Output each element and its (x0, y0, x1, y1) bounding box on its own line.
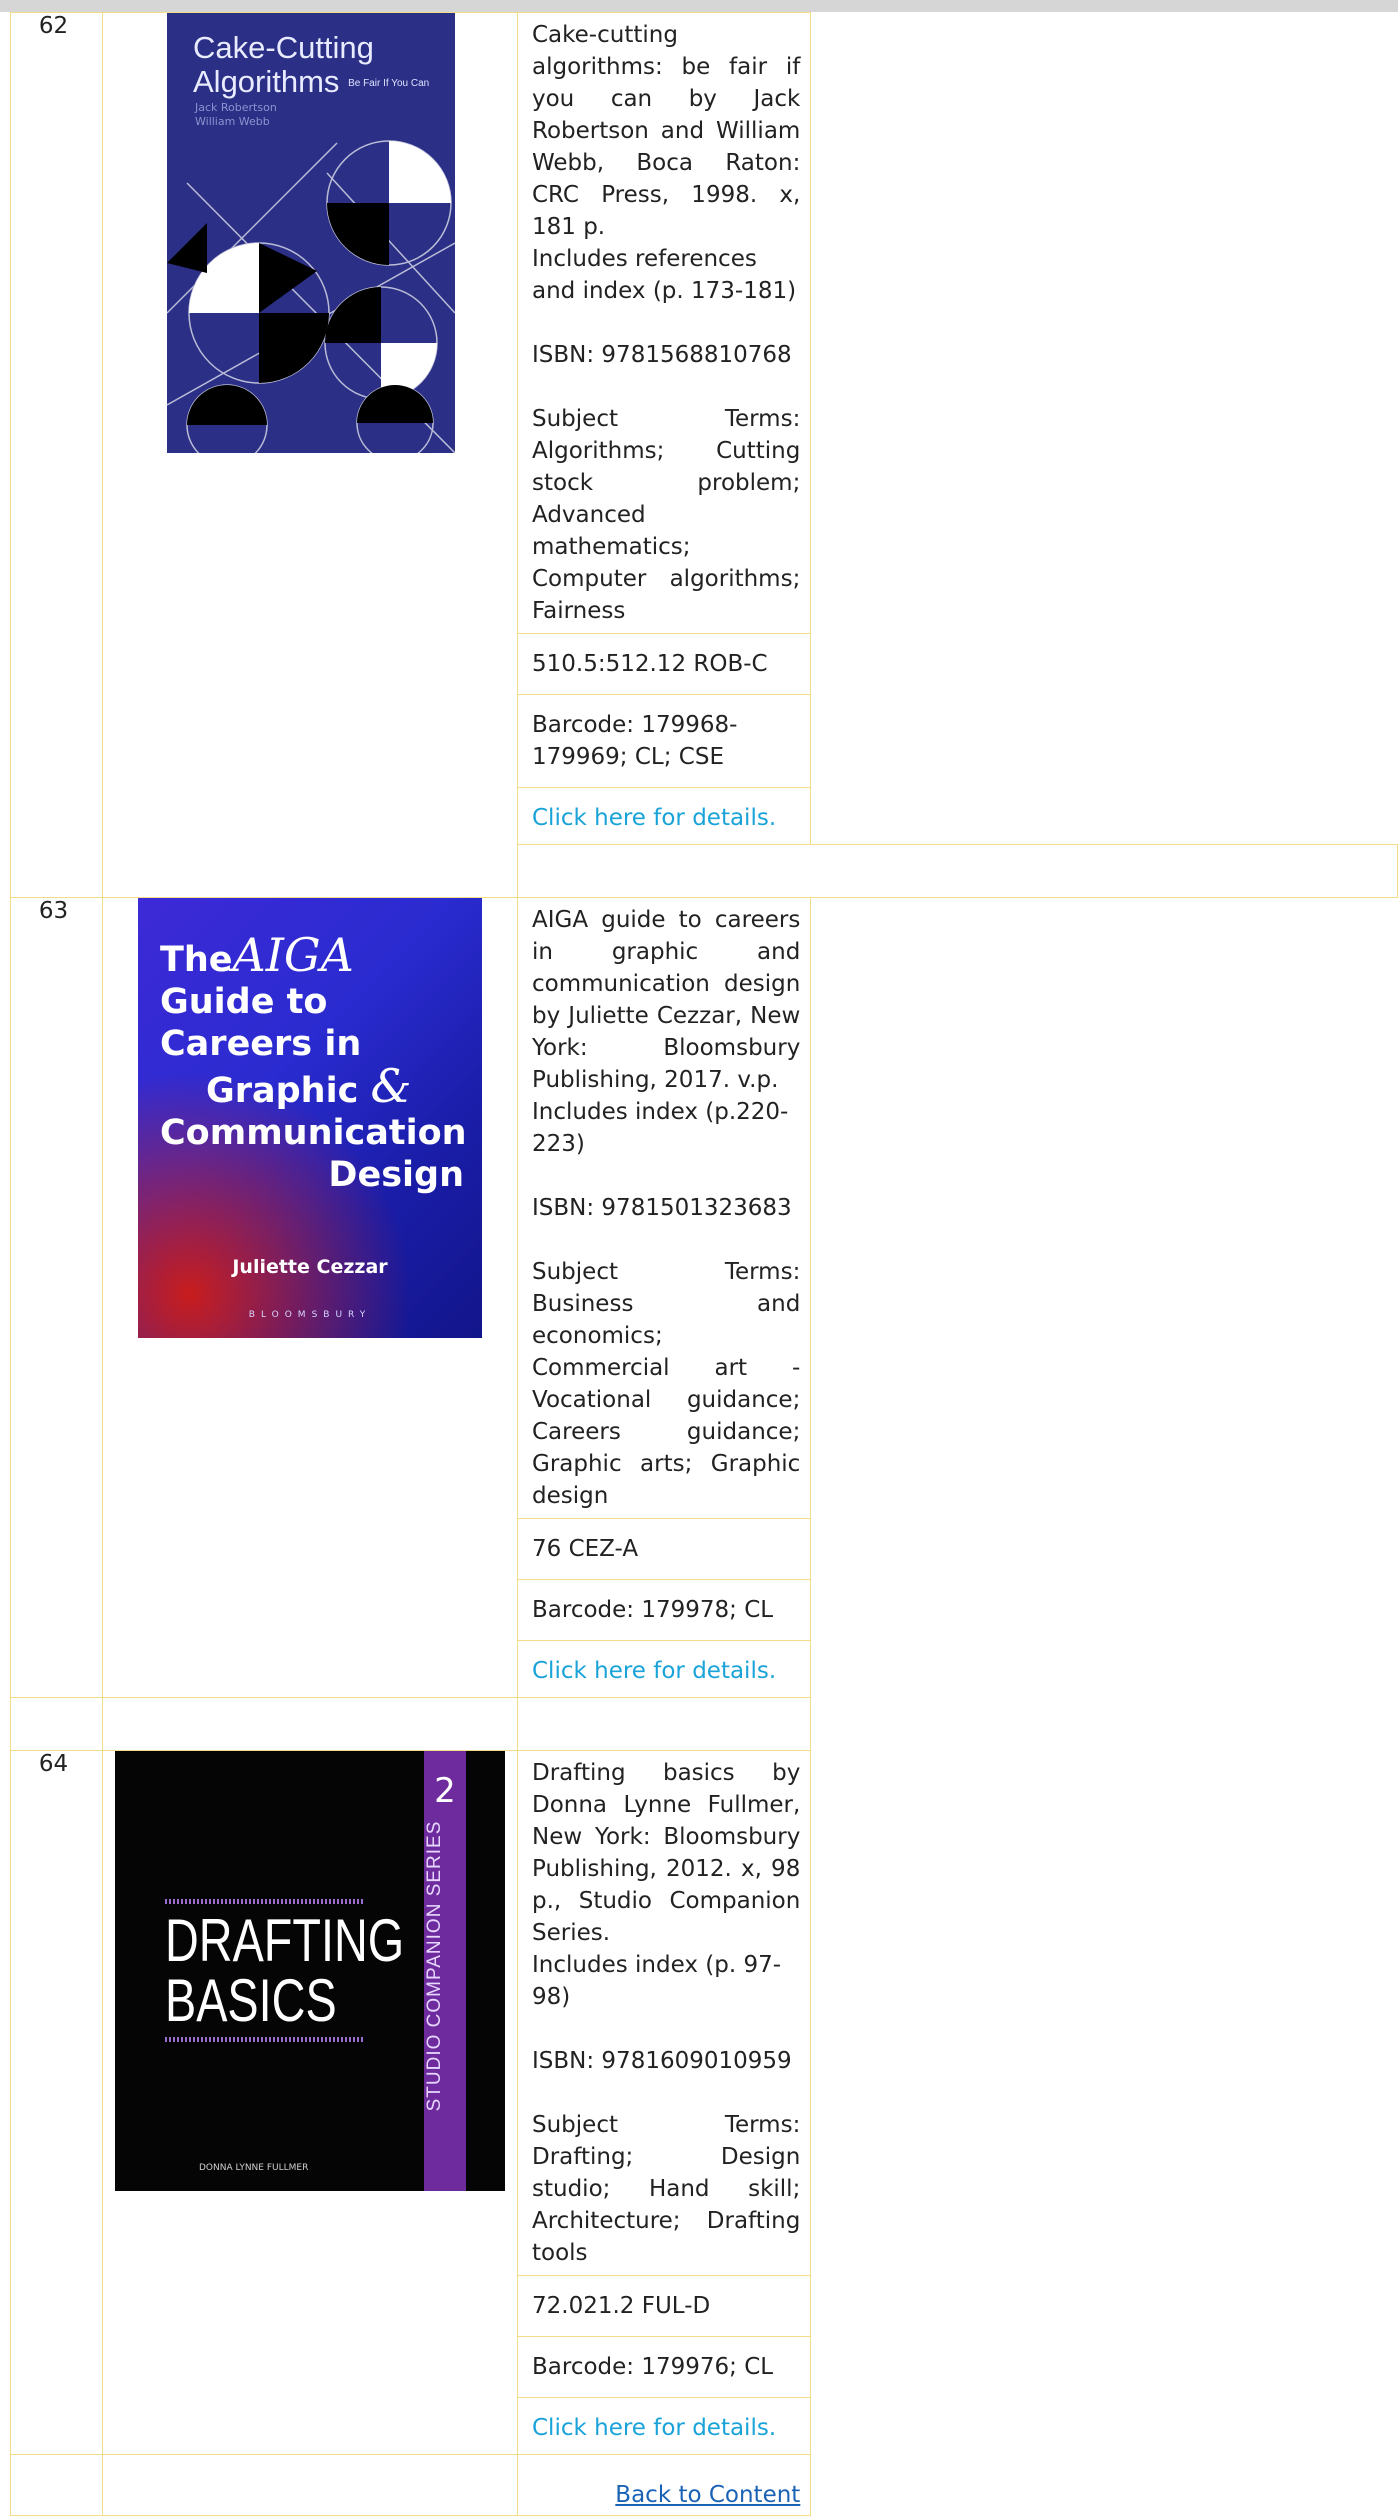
entry-number: 63 (38, 898, 69, 924)
barcode: Barcode: 179978; CL (532, 1597, 774, 1623)
cover-title-line: BASICS (165, 1967, 337, 2034)
isbn: ISBN: 9781501323683 (532, 1195, 792, 1221)
cover-title-aiga: AIGA (232, 928, 354, 982)
entry-number: 64 (38, 1751, 69, 1777)
cover-title-line: DRAFTING (165, 1907, 405, 1974)
barcode-cell: Barcode: 179968-179969; CL; CSE (516, 694, 812, 788)
subject-terms: Subject Terms: Algorithms; Cutting stock… (532, 406, 801, 624)
call-number: 76 CEZ-A (532, 1536, 639, 1562)
back-link-cell: Back to Content (516, 2454, 812, 2516)
cover-series-label: STUDIO COMPANION SERIES (424, 1820, 445, 2112)
details-link[interactable]: Click here for details. (532, 2415, 776, 2441)
cover-title-line: Careers in (160, 1024, 362, 1064)
cover-rule (165, 1899, 365, 1904)
details-link[interactable]: Click here for details. (532, 1658, 776, 1684)
table-row: 63 TheAIGA Guide to Careers in Graphic &… (10, 897, 1398, 1698)
details-link-cell: Click here for details. (516, 1640, 812, 1698)
details-link-cell: Click here for details. (516, 787, 812, 845)
book-description: Drafting basics by Donna Lynne Fullmer, … (532, 1760, 801, 1946)
call-number-cell: 510.5:512.12 ROB-C (516, 633, 812, 695)
book-index-note: Includes references and index (p. 173-18… (532, 246, 797, 304)
book-description: AIGA guide to careers in graphic and com… (532, 907, 801, 1093)
barcode-cell: Barcode: 179976; CL (516, 2336, 812, 2398)
description-cell: AIGA guide to careers in graphic and com… (516, 897, 812, 1519)
book-cover-image: Cake-Cutting Algorithms Be Fair If You C… (167, 13, 455, 453)
cover-cell: TheAIGA Guide to Careers in Graphic & Co… (102, 897, 518, 1698)
book-cover-image: STUDIO COMPANION SERIES 2 DRAFTING BASIC… (115, 1751, 505, 2191)
cover-title-the: The (160, 940, 233, 980)
cover-cell: Cake-Cutting Algorithms Be Fair If You C… (102, 12, 518, 898)
cover-title: TheAIGA Guide to Careers in Graphic & Co… (160, 932, 467, 1196)
spacer-row (10, 1697, 1398, 1751)
call-number-cell: 72.021.2 FUL-D (516, 2275, 812, 2337)
entry-number-cell: 62 (10, 12, 103, 898)
subject-terms: Subject Terms: Drafting; Design studio; … (532, 2112, 801, 2266)
entry-number: 62 (38, 13, 69, 39)
call-number-cell: 76 CEZ-A (516, 1518, 812, 1580)
details-link-cell: Click here for details. (516, 2397, 812, 2455)
cover-geometric-artwork (167, 140, 455, 453)
cover-author: Juliette Cezzar (232, 1256, 388, 1278)
catalog-table: 62 Cake-Cutting Algorithms Be Fair If Yo… (10, 12, 1398, 2516)
details-link[interactable]: Click here for details. (532, 805, 776, 831)
isbn: ISBN: 9781609010959 (532, 2048, 792, 2074)
cover-publisher: BLOOMSBURY (248, 1310, 372, 1320)
table-row: 64 STUDIO COMPANION SERIES 2 DRAFTING BA… (10, 1750, 1398, 2455)
cover-rule (165, 2037, 365, 2042)
cover-ampersand: & (370, 1059, 412, 1113)
barcode: Barcode: 179976; CL (532, 2354, 774, 2380)
back-to-content-link[interactable]: Back to Content (615, 2482, 800, 2508)
book-cover-image: TheAIGA Guide to Careers in Graphic & Co… (138, 898, 482, 1338)
book-index-note: Includes index (p.220-223) (532, 1099, 789, 1157)
cover-cell: STUDIO COMPANION SERIES 2 DRAFTING BASIC… (102, 1750, 518, 2455)
cover-title-line: Design (328, 1155, 464, 1195)
cover-title-line: Graphic (206, 1071, 359, 1111)
cover-title-line: Guide to (160, 982, 328, 1022)
barcode-cell: Barcode: 179978; CL (516, 1579, 812, 1641)
table-row: 62 Cake-Cutting Algorithms Be Fair If Yo… (10, 12, 1398, 898)
catalog-table-wrapper: 62 Cake-Cutting Algorithms Be Fair If Yo… (10, 12, 1398, 2516)
subject-terms: Subject Terms: Business and economics; C… (532, 1259, 801, 1509)
description-cell: Drafting basics by Donna Lynne Fullmer, … (516, 1750, 812, 2276)
description-cell: Cake-cutting algorithms: be fair if you … (516, 12, 812, 634)
call-number: 510.5:512.12 ROB-C (532, 651, 768, 677)
top-bar (0, 0, 1398, 12)
entry-number-cell: 63 (10, 897, 103, 1698)
cover-author: DONNA LYNNE FULLMER (199, 2163, 309, 2173)
table-row: Back to Content (10, 2454, 1398, 2516)
cover-title-line: Communication (160, 1113, 467, 1153)
book-index-note: Includes index (p. 97-98) (532, 1952, 782, 2010)
entry-number-cell: 64 (10, 1750, 103, 2455)
call-number: 72.021.2 FUL-D (532, 2293, 711, 2319)
barcode: Barcode: 179968-179969; CL; CSE (532, 712, 738, 770)
isbn: ISBN: 9781568810768 (532, 342, 792, 368)
book-description: Cake-cutting algorithms: be fair if you … (532, 22, 801, 240)
cover-title: DRAFTING BASICS (165, 1911, 404, 2031)
cover-series-number: 2 (434, 1771, 456, 1811)
